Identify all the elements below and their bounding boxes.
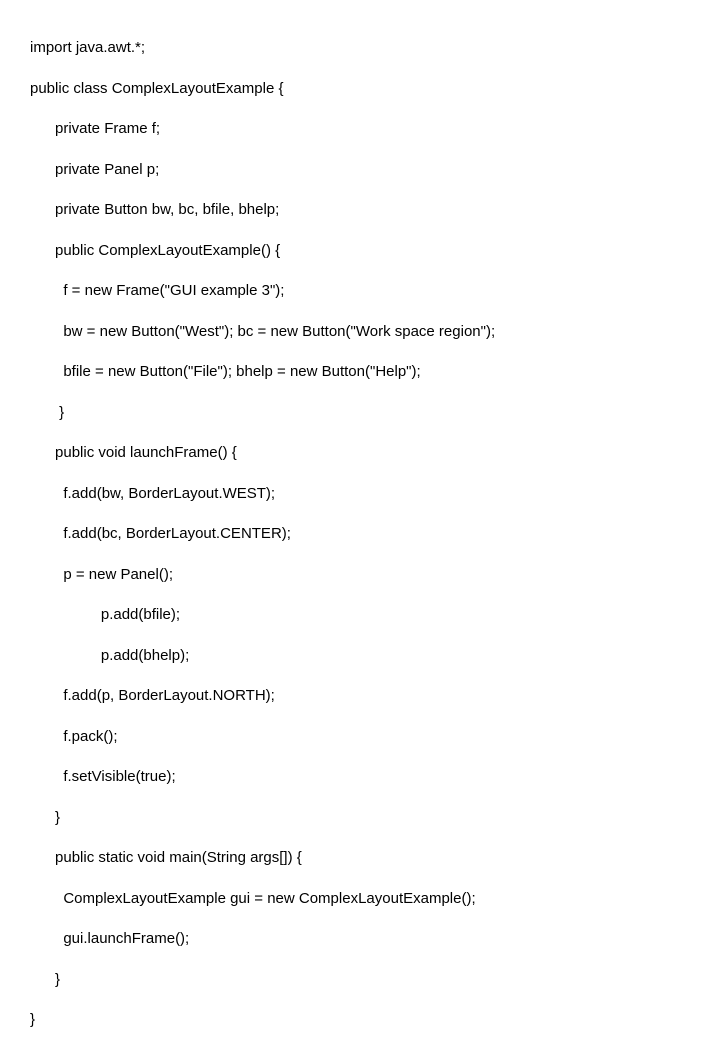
code-line: public ComplexLayoutExample() { bbox=[30, 241, 690, 261]
code-line: public static void main(String args[]) { bbox=[30, 848, 690, 868]
code-line: f.add(bc, BorderLayout.CENTER); bbox=[30, 524, 690, 544]
code-line: } bbox=[30, 970, 690, 990]
code-line: f.setVisible(true); bbox=[30, 767, 690, 787]
code-line: f = new Frame("GUI example 3"); bbox=[30, 281, 690, 301]
code-line: p = new Panel(); bbox=[30, 565, 690, 585]
code-line: f.add(bw, BorderLayout.WEST); bbox=[30, 484, 690, 504]
code-line: private Panel p; bbox=[30, 160, 690, 180]
code-line: bfile = new Button("File"); bhelp = new … bbox=[30, 362, 690, 382]
code-line: gui.launchFrame(); bbox=[30, 929, 690, 949]
code-line: } bbox=[30, 808, 690, 828]
code-block: import java.awt.*; public class ComplexL… bbox=[0, 0, 720, 1051]
code-line: import java.awt.*; bbox=[30, 38, 690, 58]
code-line: p.add(bhelp); bbox=[30, 646, 690, 666]
code-line: private Frame f; bbox=[30, 119, 690, 139]
code-line: bw = new Button("West"); bc = new Button… bbox=[30, 322, 690, 342]
code-line: } bbox=[30, 403, 690, 423]
code-line: p.add(bfile); bbox=[30, 605, 690, 625]
code-line: private Button bw, bc, bfile, bhelp; bbox=[30, 200, 690, 220]
code-line: f.add(p, BorderLayout.NORTH); bbox=[30, 686, 690, 706]
code-line: public void launchFrame() { bbox=[30, 443, 690, 463]
code-line: public class ComplexLayoutExample { bbox=[30, 79, 690, 99]
code-line: f.pack(); bbox=[30, 727, 690, 747]
code-line: } bbox=[30, 1010, 690, 1030]
code-line: ComplexLayoutExample gui = new ComplexLa… bbox=[30, 889, 690, 909]
